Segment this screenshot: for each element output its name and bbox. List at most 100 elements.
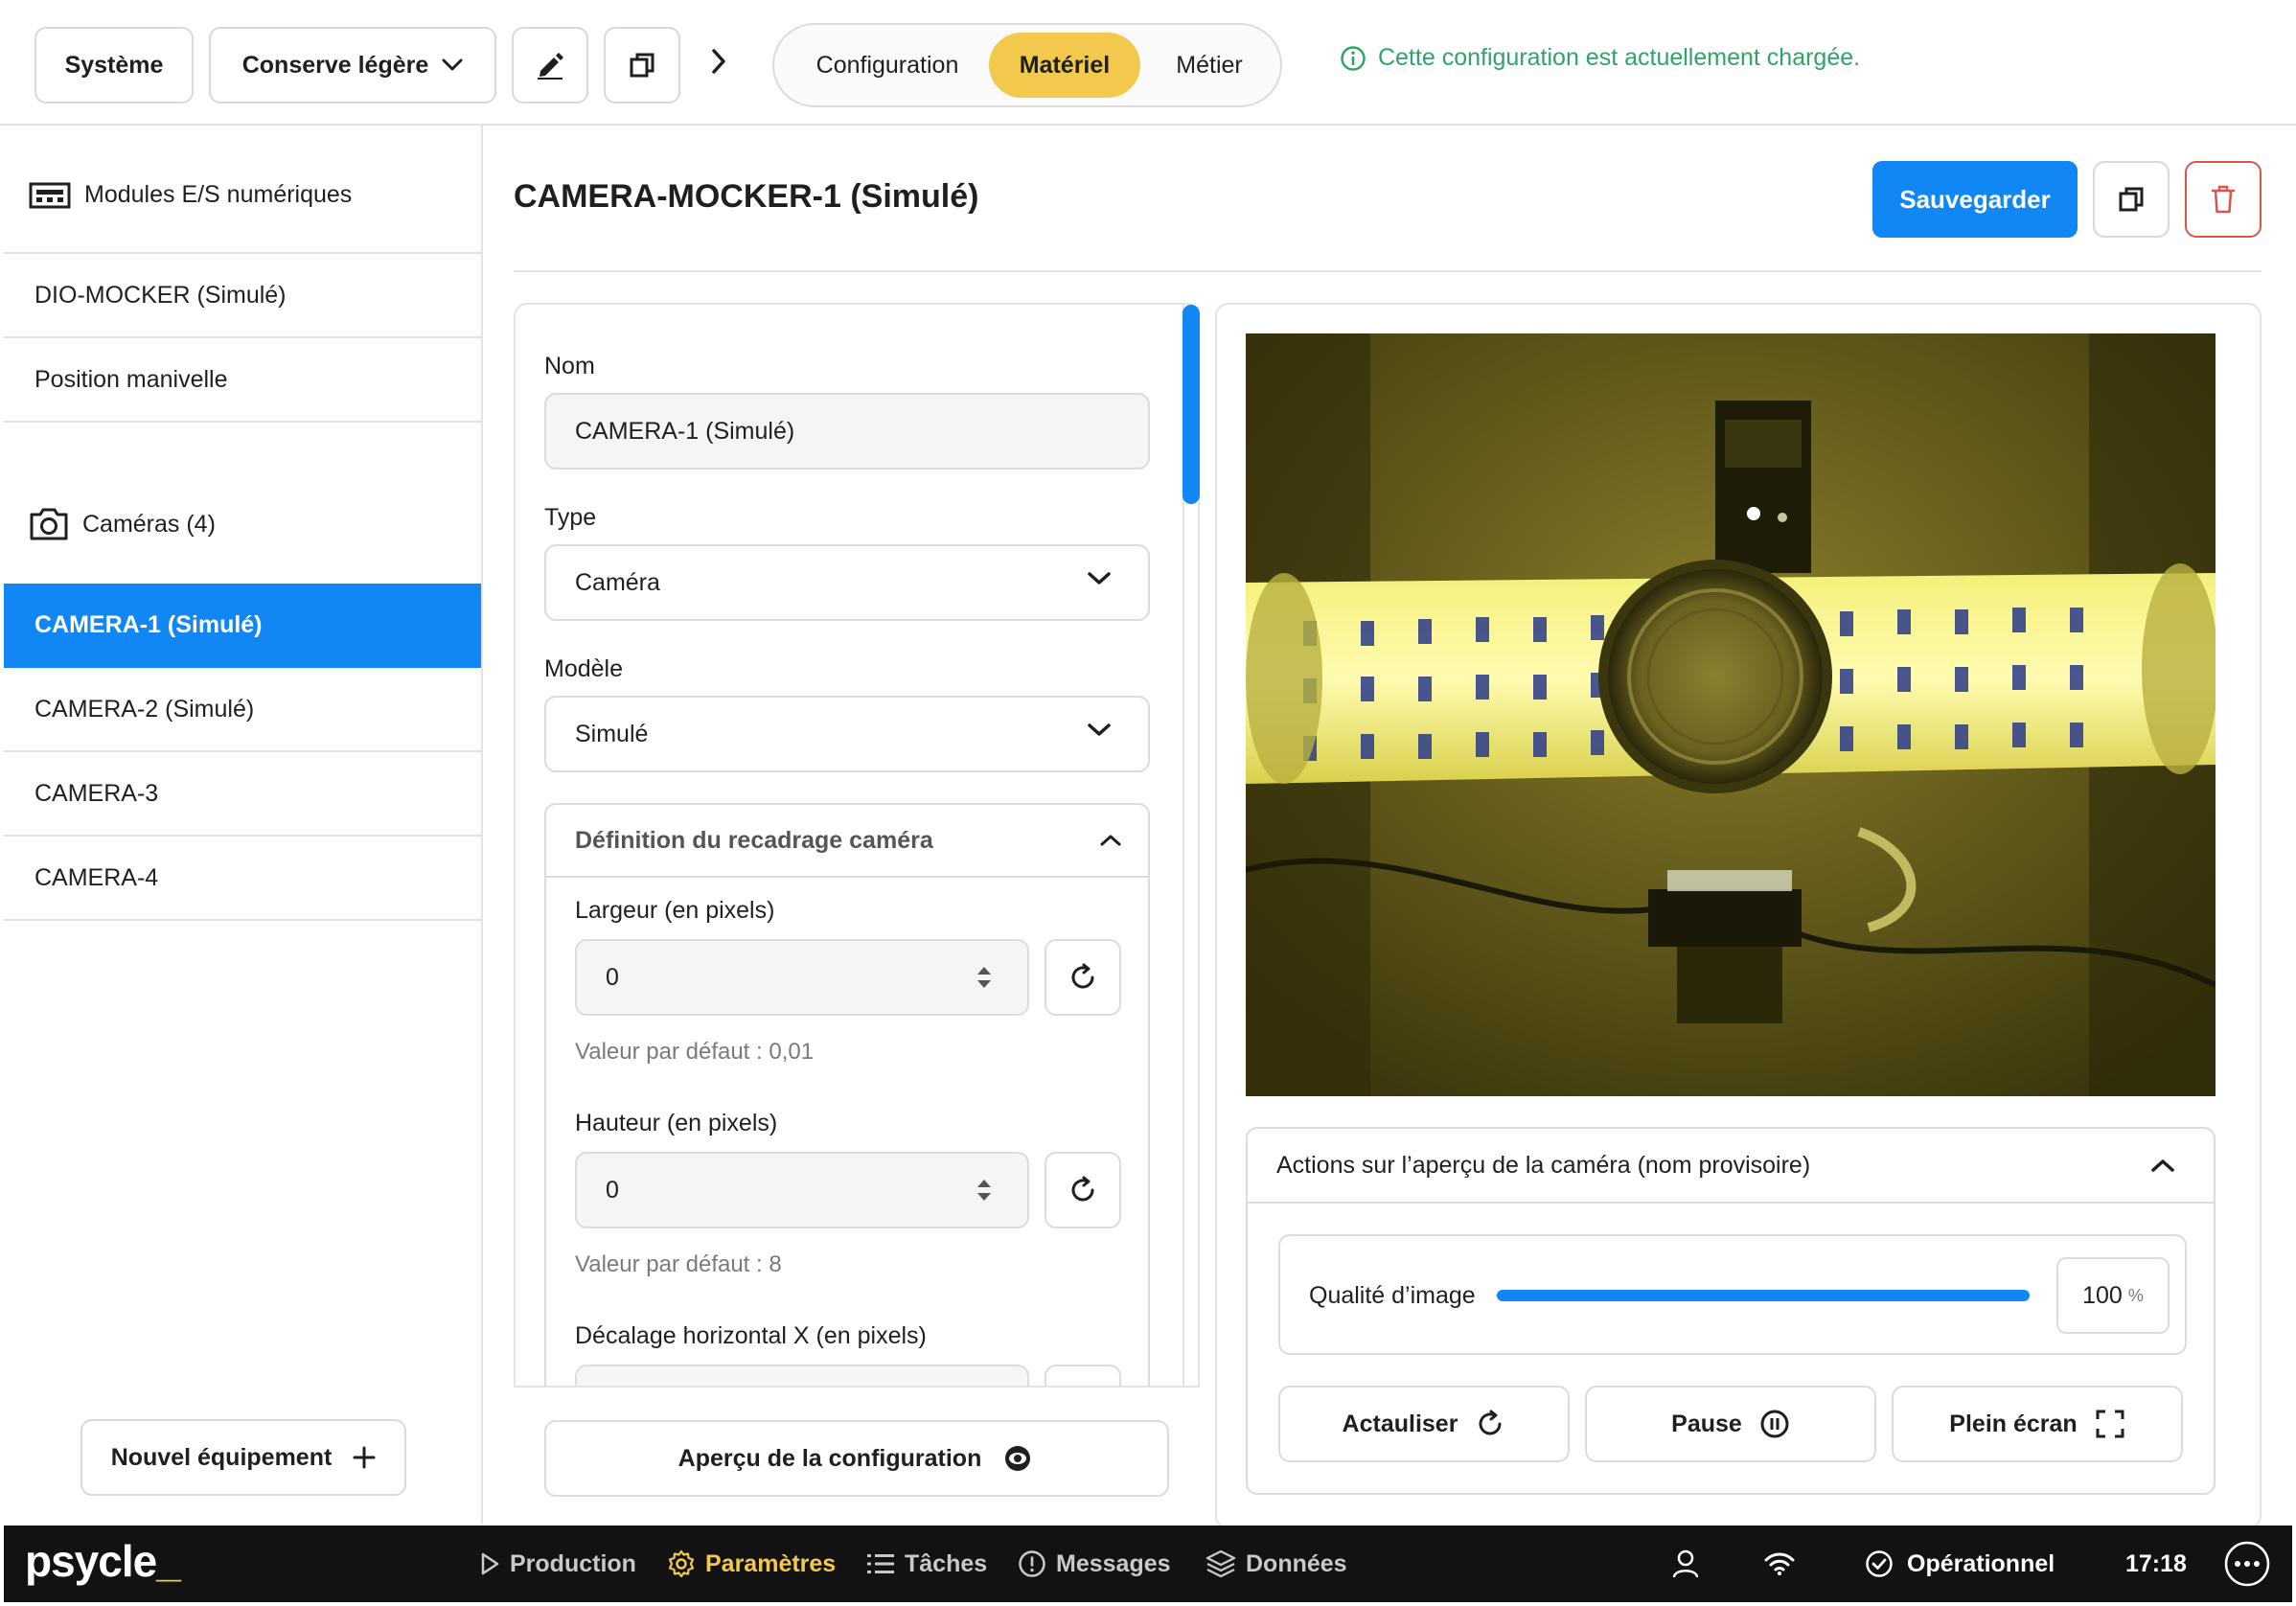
wifi-icon: [1764, 1552, 1795, 1575]
sidebar-item-camera-2[interactable]: CAMERA-2 (Simulé): [4, 668, 481, 752]
nav-messages-label: Messages: [1056, 1549, 1171, 1577]
fullscreen-label: Plein écran: [1949, 1410, 2078, 1437]
sidebar-item-dio-mocker[interactable]: DIO-MOCKER (Simulé): [4, 254, 481, 338]
name-field-value: CAMERA-1 (Simulé): [575, 417, 795, 445]
tab-metier-label: Métier: [1176, 51, 1243, 79]
gear-icon: [668, 1549, 695, 1578]
system-status: Opérationnel: [1865, 1526, 2055, 1602]
width-input[interactable]: 0: [575, 939, 1029, 1016]
sidebar-item-label: CAMERA-1 (Simulé): [34, 610, 263, 638]
save-button[interactable]: Sauvegarder: [1872, 161, 2078, 238]
copy-icon: [630, 53, 654, 78]
quality-value-field[interactable]: 100 %: [2056, 1257, 2170, 1334]
system-button[interactable]: Système: [34, 27, 194, 103]
tab-configuration[interactable]: Configuration: [784, 33, 991, 98]
sidebar-item-camera-3[interactable]: CAMERA-3: [4, 752, 481, 837]
pause-circle-icon: [1760, 1410, 1789, 1438]
pause-preview-button[interactable]: Pause: [1585, 1386, 1876, 1462]
sidebar-item-position-manivelle[interactable]: Position manivelle: [4, 338, 481, 423]
sidebar-item-label: CAMERA-2 (Simulé): [34, 695, 255, 723]
fullscreen-button[interactable]: Plein écran: [1892, 1386, 2183, 1462]
section-cameras: Caméras (4): [29, 507, 216, 541]
chevron-down-icon: [1088, 723, 1111, 736]
pause-label: Pause: [1671, 1410, 1742, 1437]
tab-materiel[interactable]: Matériel: [989, 33, 1140, 98]
type-label: Type: [544, 504, 597, 531]
camera-actions-title: Actions sur l’aperçu de la caméra (nom p…: [1276, 1151, 1811, 1179]
width-input-value: 0: [606, 963, 619, 991]
trash-icon: [2211, 185, 2236, 214]
preview-config-button[interactable]: Aperçu de la configuration: [544, 1420, 1169, 1497]
system-status-label: Opérationnel: [1907, 1549, 2055, 1577]
height-reset-button[interactable]: [1045, 1152, 1121, 1228]
more-icon: [2224, 1541, 2270, 1587]
quality-value: 100: [2082, 1281, 2123, 1309]
width-reset-button[interactable]: [1045, 939, 1121, 1016]
model-select[interactable]: Simulé: [544, 696, 1150, 772]
form-scrollbar[interactable]: [1182, 305, 1200, 504]
refresh-label: Actauliser: [1342, 1410, 1458, 1437]
model-label: Modèle: [544, 655, 623, 682]
equipment-form: Nom CAMERA-1 (Simulé) Type Caméra Modèle…: [514, 303, 1200, 1529]
system-button-label: Système: [64, 51, 164, 79]
user-button[interactable]: [1671, 1526, 1700, 1602]
nav-parametres[interactable]: Paramètres: [667, 1526, 836, 1602]
stepper-icon[interactable]: [976, 1177, 993, 1204]
preview-config-label: Aperçu de la configuration: [677, 1444, 982, 1472]
nav-donnees[interactable]: Données: [1205, 1526, 1347, 1602]
name-field[interactable]: CAMERA-1 (Simulé): [544, 393, 1150, 470]
sidebar-item-label: Position manivelle: [34, 365, 228, 393]
delete-button[interactable]: [2185, 161, 2262, 238]
quality-slider[interactable]: [1497, 1290, 2030, 1301]
refresh-icon: [1479, 1410, 1502, 1435]
height-label: Hauteur (en pixels): [575, 1110, 778, 1136]
camera-actions-header[interactable]: Actions sur l’aperçu de la caméra (nom p…: [1248, 1129, 2214, 1204]
info-circle-icon: [1341, 45, 1366, 71]
nav-donnees-label: Données: [1246, 1549, 1347, 1577]
sidebar-item-label: CAMERA-4: [34, 863, 159, 891]
io-module-icon: [29, 182, 71, 208]
crop-accordion-header[interactable]: Définition du recadrage caméra: [546, 805, 1148, 878]
height-input[interactable]: 0: [575, 1152, 1029, 1228]
config-select[interactable]: Conserve légère: [209, 27, 496, 103]
duplicate-button[interactable]: [604, 27, 680, 103]
duplicate-equipment-button[interactable]: [2093, 161, 2170, 238]
quality-unit: %: [2127, 1285, 2144, 1305]
quality-slider-fill: [1497, 1290, 2030, 1301]
more-menu-button[interactable]: [2223, 1526, 2271, 1602]
camera-icon: [30, 508, 68, 540]
save-button-label: Sauvegarder: [1899, 184, 2051, 214]
chevron-down-icon: [1088, 572, 1111, 585]
nav-parametres-label: Paramètres: [705, 1549, 837, 1577]
page-title: CAMERA-MOCKER-1 (Simulé): [514, 178, 979, 215]
section-io-modules: Modules E/S numériques: [29, 181, 352, 209]
tab-metier[interactable]: Métier: [1142, 33, 1276, 98]
sidebar-item-label: CAMERA-3: [34, 779, 159, 807]
chevron-up-icon: [1100, 835, 1121, 846]
plus-icon: [353, 1446, 376, 1469]
width-default-hint: Valeur par défaut : 0,01: [575, 1039, 815, 1065]
section-cameras-label: Caméras (4): [82, 510, 216, 538]
camera-actions-panel: Actions sur l’aperçu de la caméra (nom p…: [1246, 1127, 2216, 1495]
pencil-icon: [538, 53, 563, 80]
offset-x-label: Décalage horizontal X (en pixels): [575, 1322, 927, 1349]
equipment-sidebar: Modules E/S numériques DIO-MOCKER (Simul…: [4, 126, 483, 1525]
nav-taches[interactable]: Tâches: [866, 1526, 987, 1602]
config-status-message: Cette configuration est actuellement cha…: [1340, 44, 1860, 72]
edit-button[interactable]: [512, 27, 588, 103]
status-message-text: Cette configuration est actuellement cha…: [1378, 44, 1861, 71]
nav-taches-label: Tâches: [905, 1549, 988, 1577]
stepper-icon[interactable]: [976, 964, 993, 991]
nav-messages[interactable]: Messages: [1018, 1526, 1171, 1602]
refresh-icon: [1071, 1176, 1094, 1202]
refresh-preview-button[interactable]: Actauliser: [1278, 1386, 1570, 1462]
chevron-up-icon: [2151, 1159, 2174, 1172]
new-equipment-button[interactable]: Nouvel équipement: [80, 1419, 406, 1496]
sidebar-item-camera-4[interactable]: CAMERA-4: [4, 837, 481, 921]
eye-icon: [1005, 1446, 1031, 1471]
list-icon: [867, 1554, 894, 1573]
type-select[interactable]: Caméra: [544, 544, 1150, 621]
sidebar-item-camera-1[interactable]: CAMERA-1 (Simulé): [4, 584, 481, 668]
tab-materiel-label: Matériel: [1019, 51, 1111, 79]
nav-production[interactable]: Production: [479, 1526, 636, 1602]
